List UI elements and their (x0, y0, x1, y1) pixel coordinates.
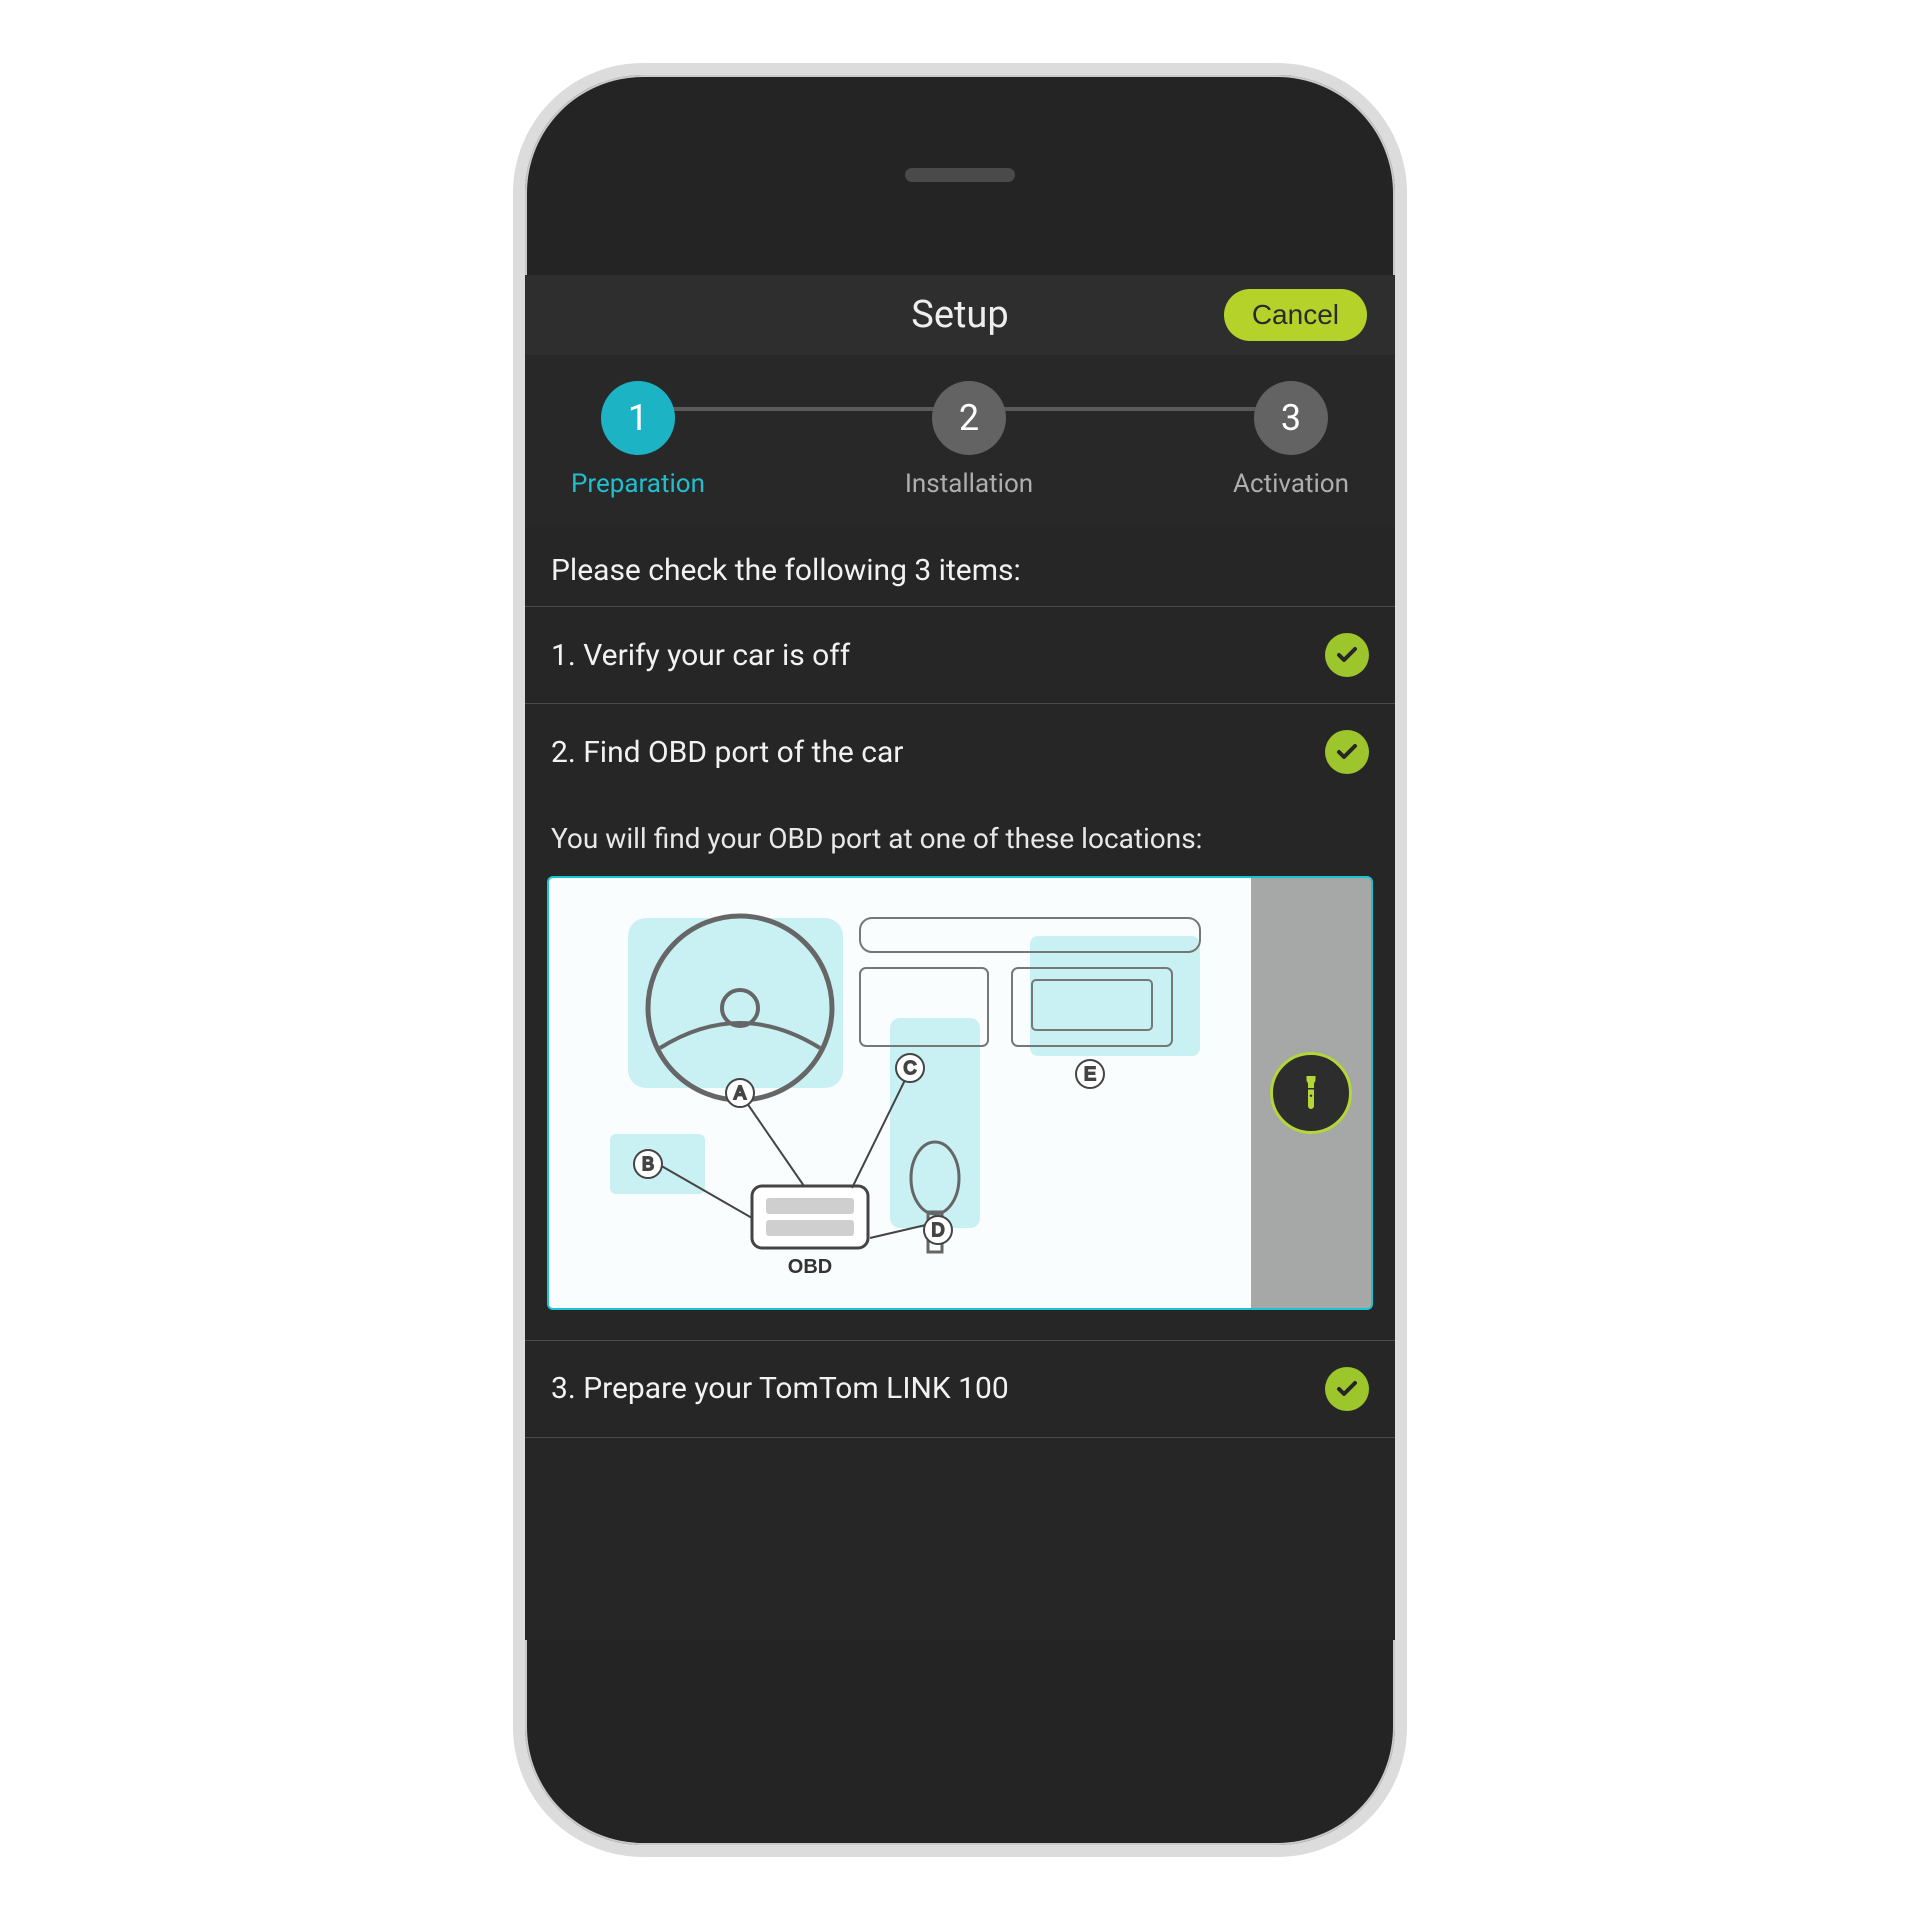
content-area: Please check the following 3 items: 1. V… (525, 525, 1395, 1640)
cancel-button[interactable]: Cancel (1224, 289, 1367, 341)
obd-hint-text: You will find your OBD port at one of th… (525, 800, 1395, 872)
wizard-progress: 1 Preparation 2 Installation 3 Activatio… (525, 355, 1395, 525)
check-icon (1325, 730, 1369, 774)
checklist-item-label: 2. Find OBD port of the car (551, 735, 903, 770)
checklist-item-label: 3. Prepare your TomTom LINK 100 (551, 1371, 1009, 1406)
flashlight-button[interactable] (1270, 1052, 1352, 1134)
phone-frame: Setup Cancel 1 Preparation 2 Installatio… (513, 63, 1407, 1857)
dashboard-illustration: A B C D E OBD (549, 878, 1251, 1308)
svg-text:OBD: OBD (788, 1256, 832, 1278)
checklist-item-label: 1. Verify your car is off (551, 638, 850, 673)
device-bottom (525, 1640, 1395, 1845)
step-label: Activation (1233, 469, 1349, 499)
svg-text:C: C (904, 1058, 917, 1078)
step-installation[interactable]: 2 Installation (905, 381, 1033, 499)
step-circle: 2 (932, 381, 1006, 455)
app-screen: Setup Cancel 1 Preparation 2 Installatio… (525, 275, 1395, 1640)
step-circle: 1 (601, 381, 675, 455)
phone-speaker (905, 168, 1015, 182)
obd-diagram: A B C D E OBD (547, 876, 1373, 1310)
instruction-text: Please check the following 3 items: (525, 525, 1395, 606)
check-icon (1325, 1367, 1369, 1411)
checklist-item-3[interactable]: 3. Prepare your TomTom LINK 100 (525, 1340, 1395, 1438)
diagram-tool-rail (1251, 878, 1371, 1308)
step-circle: 3 (1254, 381, 1328, 455)
svg-text:D: D (932, 1220, 945, 1240)
step-activation[interactable]: 3 Activation (1233, 381, 1349, 499)
step-label: Preparation (571, 469, 705, 499)
step-label: Installation (905, 469, 1033, 499)
checklist-item-1[interactable]: 1. Verify your car is off (525, 606, 1395, 703)
svg-text:E: E (1084, 1064, 1096, 1084)
check-icon (1325, 633, 1369, 677)
device-top (525, 75, 1395, 275)
nav-bar: Setup Cancel (525, 275, 1395, 355)
checklist-item-2[interactable]: 2. Find OBD port of the car (525, 703, 1395, 800)
step-preparation[interactable]: 1 Preparation (571, 381, 705, 499)
svg-text:A: A (734, 1083, 746, 1103)
flashlight-icon (1293, 1073, 1329, 1113)
svg-text:B: B (642, 1154, 654, 1174)
